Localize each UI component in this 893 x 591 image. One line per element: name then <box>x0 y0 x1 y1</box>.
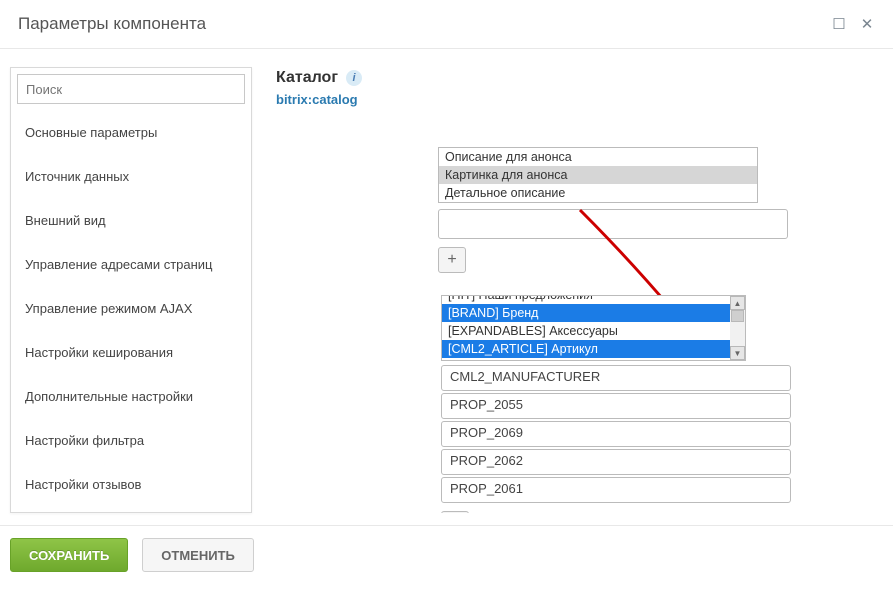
sidebar-item[interactable]: Настройки кеширования <box>11 330 251 374</box>
property-pill[interactable]: PROP_2062 <box>441 449 791 475</box>
sidebar-item[interactable]: Управление адресами страниц <box>11 242 251 286</box>
dialog-footer: СОХРАНИТЬ ОТМЕНИТЬ <box>0 525 893 572</box>
sidebar-item[interactable]: Источник данных <box>11 154 251 198</box>
sidebar-item[interactable]: Настройки действий <box>11 506 251 512</box>
sidebar-item[interactable]: Основные параметры <box>11 110 251 154</box>
sidebar-item[interactable]: Дополнительные настройки <box>11 374 251 418</box>
scroll-up-icon[interactable]: ▲ <box>730 296 745 310</box>
listbox-option[interactable]: Картинка для анонса <box>439 166 757 184</box>
dialog-title: Параметры компонента <box>18 14 206 34</box>
sidebar-item[interactable]: Настройки фильтра <box>11 418 251 462</box>
add-field-button[interactable]: + <box>438 247 466 273</box>
sidebar-item[interactable]: Настройки отзывов <box>11 462 251 506</box>
properties-listbox[interactable]: [HIT] Наши предложения [BRAND] Бренд[EXP… <box>441 295 746 361</box>
maximize-icon[interactable]: ☐ <box>831 16 847 32</box>
sidebar-item[interactable]: Внешний вид <box>11 198 251 242</box>
window-controls: ☐ ✕ <box>831 16 875 32</box>
scrollbar-thumb[interactable] <box>731 310 744 322</box>
page-title: Каталог <box>276 69 338 87</box>
search-wrap <box>17 74 245 104</box>
save-button[interactable]: СОХРАНИТЬ <box>10 538 128 572</box>
listbox-option[interactable]: Детальное описание <box>439 184 757 202</box>
property-pill[interactable]: PROP_2055 <box>441 393 791 419</box>
listbox-option[interactable]: [HIT] Наши предложения <box>442 295 745 304</box>
add-property-button[interactable]: + <box>441 511 469 513</box>
settings-area: Описание для анонсаКартинка для анонсаДе… <box>276 147 883 513</box>
listbox-option[interactable]: [EXPANDABLES] Аксессуары <box>442 322 745 340</box>
component-name: bitrix:catalog <box>276 92 883 107</box>
listbox-option[interactable]: Описание для анонса <box>439 148 757 166</box>
sidebar: Основные параметрыИсточник данныхВнешний… <box>10 67 252 513</box>
property-pill[interactable]: CML2_MANUFACTURER <box>441 365 791 391</box>
property-pill[interactable]: PROP_2069 <box>441 421 791 447</box>
listbox-option[interactable]: [CML2_ARTICLE] Артикул <box>442 340 745 358</box>
info-icon[interactable]: i <box>346 70 362 86</box>
main-header: Каталог i <box>276 67 883 89</box>
close-icon[interactable]: ✕ <box>859 16 875 32</box>
cancel-button[interactable]: ОТМЕНИТЬ <box>142 538 254 572</box>
sidebar-item[interactable]: Управление режимом AJAX <box>11 286 251 330</box>
property-pills: CML2_MANUFACTURERPROP_2055PROP_2069PROP_… <box>441 361 791 503</box>
property-pill[interactable]: PROP_2061 <box>441 477 791 503</box>
scroll-down-icon[interactable]: ▼ <box>730 346 745 360</box>
listbox-option[interactable]: [BRAND] Бренд <box>442 304 745 322</box>
settings-scroll[interactable]: Описание для анонсаКартинка для анонсаДе… <box>438 147 883 513</box>
main-panel: Каталог i bitrix:catalog Описание для ан… <box>252 67 883 513</box>
scrollbar-track: ▲ ▼ <box>730 296 745 360</box>
fields-listbox[interactable]: Описание для анонсаКартинка для анонсаДе… <box>438 147 758 203</box>
search-input[interactable] <box>17 74 245 104</box>
dialog-header: Параметры компонента ☐ ✕ <box>0 0 893 49</box>
nav-list[interactable]: Основные параметрыИсточник данныхВнешний… <box>11 110 251 512</box>
field-input[interactable] <box>438 209 788 239</box>
